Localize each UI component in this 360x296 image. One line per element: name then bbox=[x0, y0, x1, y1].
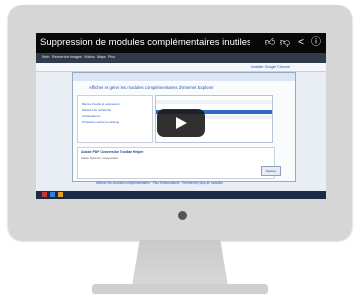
monitor-screen: Web Recherche Images Vidéos Maps Plus In… bbox=[36, 33, 326, 199]
video-title-bar: Suppression de modules complémentaires i… bbox=[36, 33, 326, 53]
toolbar-item: Images bbox=[70, 55, 82, 59]
addon-type-item: Moteurs de recherche bbox=[82, 108, 112, 112]
toolbar-item: Recherche bbox=[52, 55, 70, 59]
monitor-stand-base bbox=[92, 284, 268, 294]
toolbar-item: Plus bbox=[108, 55, 115, 59]
addon-type-item: Barres d'outils et extensions bbox=[82, 102, 120, 106]
taskbar-app-icon bbox=[50, 192, 55, 197]
addon-types-pane: Barres d'outils et extensions Moteurs de… bbox=[77, 95, 153, 143]
browser-toolbar: Web Recherche Images Vidéos Maps Plus bbox=[36, 53, 326, 63]
list-item bbox=[156, 100, 272, 104]
addon-type-item: Accélérateurs bbox=[82, 114, 101, 118]
monitor-stand-neck bbox=[132, 240, 228, 286]
taskbar-app-icon bbox=[58, 192, 63, 197]
taskbar-app-icon bbox=[42, 192, 47, 197]
dialog-heading: Afficher et gérer les modules complément… bbox=[89, 85, 214, 90]
taskbar bbox=[36, 191, 326, 199]
play-icon bbox=[176, 117, 187, 129]
details-title: Adobe PDF Conversion Toolbar Helper bbox=[81, 150, 144, 154]
toolbar-item: Web bbox=[42, 55, 50, 59]
toolbar-item: Maps bbox=[97, 55, 106, 59]
addon-details: Adobe PDF Conversion Toolbar Helper Adob… bbox=[77, 147, 275, 179]
toolbar-item: Vidéos bbox=[84, 55, 95, 59]
info-icon[interactable]: ⓘ bbox=[310, 37, 322, 49]
bottom-links: Afficher les modules complémentaires · P… bbox=[96, 181, 223, 185]
dialog-header bbox=[73, 73, 295, 81]
power-button bbox=[178, 211, 187, 220]
video-player[interactable]: Web Recherche Images Vidéos Maps Plus In… bbox=[36, 33, 326, 199]
dislike-icon[interactable]: 👎︎ bbox=[279, 37, 291, 49]
like-icon[interactable]: 👍︎ bbox=[264, 37, 276, 49]
install-chrome-link: Installer Google Chrome bbox=[251, 65, 290, 69]
details-publisher: Adobe Systems, Incorporated bbox=[81, 156, 118, 160]
share-icon[interactable]: < bbox=[295, 37, 307, 49]
video-title[interactable]: Suppression de modules complémentaires i… bbox=[40, 37, 250, 48]
addon-type-item: Protection contre le tracking bbox=[82, 120, 120, 124]
close-button: Fermer bbox=[261, 166, 281, 176]
play-button[interactable] bbox=[157, 109, 205, 137]
